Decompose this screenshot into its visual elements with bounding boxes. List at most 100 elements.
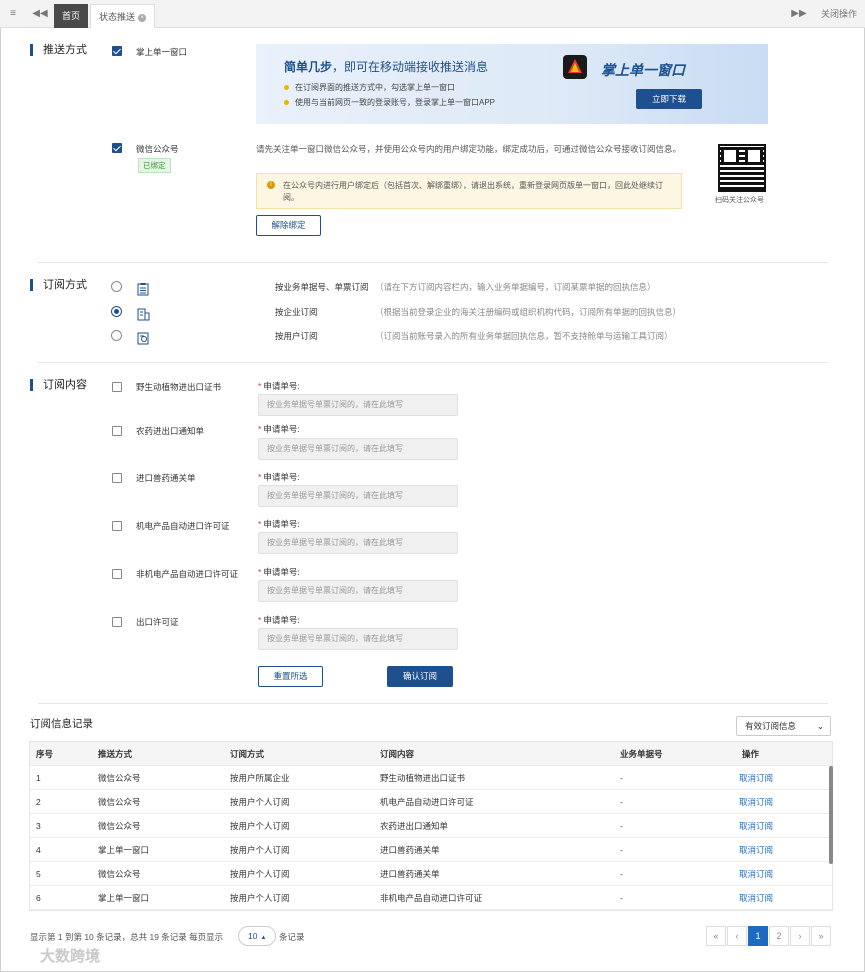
cell-docno: - <box>620 797 623 807</box>
content-checkbox-4[interactable] <box>112 521 122 531</box>
download-button[interactable]: 立即下载 <box>636 89 702 109</box>
tab-home[interactable]: 首页 <box>54 4 89 28</box>
first-page-button[interactable]: « <box>706 926 726 946</box>
option-by-company-label: 按企业订阅 <box>275 307 318 317</box>
app-no-input-6[interactable]: 按业务单据号单票订阅的，请在此填写 <box>258 628 458 650</box>
cell-docno: - <box>620 821 623 831</box>
radio-by-document[interactable] <box>111 281 122 292</box>
field-label: * 申请单号: <box>258 615 300 625</box>
cancel-subscribe-link[interactable]: 取消订阅 <box>739 886 773 910</box>
unbind-button[interactable]: 解除绑定 <box>256 215 321 236</box>
cancel-subscribe-link[interactable]: 取消订阅 <box>739 766 773 790</box>
table-row: 3 微信公众号 按用户个人订阅 农药进出口通知单 - 取消订阅 <box>30 814 832 838</box>
warning-icon: ! <box>267 181 275 189</box>
content-checkbox-5[interactable] <box>112 569 122 579</box>
records-filter-select[interactable]: 有效订阅信息 ⌄ <box>736 716 831 736</box>
table-row: 6 掌上单一窗口 按用户个人订阅 非机电产品自动进口许可证 - 取消订阅 <box>30 886 832 910</box>
option-by-document-label: 按业务单据号、单票订阅 <box>275 282 369 292</box>
cancel-subscribe-link[interactable]: 取消订阅 <box>739 790 773 814</box>
app-no-input-1[interactable]: 按业务单据号单票订阅的，请在此填写 <box>258 394 458 416</box>
next-page-button[interactable]: › <box>790 926 810 946</box>
confirm-subscribe-button[interactable]: 确认订阅 <box>387 666 453 687</box>
app-no-input-5[interactable]: 按业务单据号单票订阅的，请在此填写 <box>258 580 458 602</box>
close-ops-button[interactable]: 关闭操作 <box>814 0 864 28</box>
scroll-left-icon[interactable]: ◀◀ <box>28 0 52 28</box>
page-size-select[interactable]: 10 ▲ <box>238 926 276 946</box>
chevron-down-icon: ⌄ <box>816 721 824 731</box>
building-icon <box>137 308 150 321</box>
cell-method: 按用户个人订阅 <box>230 821 290 831</box>
cell-content: 农药进出口通知单 <box>380 821 449 831</box>
radio-by-company[interactable] <box>111 306 122 317</box>
cell-content: 非机电产品自动进口许可证 <box>380 893 483 903</box>
push-wechat-checkbox[interactable] <box>112 143 122 153</box>
last-page-button[interactable]: » <box>811 926 831 946</box>
option-by-company-desc: （根据当前登录企业的海关注册编码或组织机构代码，订阅所有单据的回执信息） <box>375 307 682 317</box>
app-no-input-4[interactable]: 按业务单据号单票订阅的，请在此填写 <box>258 532 458 554</box>
table-row: 2 微信公众号 按用户个人订阅 机电产品自动进口许可证 - 取消订阅 <box>30 790 832 814</box>
tab-bar: ≡ ◀◀ 首页 状态推送 × ▶▶ 关闭操作 <box>0 0 865 28</box>
caret-up-icon: ▲ <box>260 935 267 941</box>
table-row: 5 微信公众号 按用户个人订阅 进口兽药通关单 - 取消订阅 <box>30 862 832 886</box>
cell-index: 3 <box>36 821 41 831</box>
app-no-input-2[interactable]: 按业务单据号单票订阅的，请在此填写 <box>258 438 458 460</box>
cell-index: 1 <box>36 773 41 783</box>
push-section-title: 推送方式 <box>30 44 87 56</box>
cell-method: 按用户个人订阅 <box>230 797 290 807</box>
reset-button[interactable]: 重置所选 <box>258 666 323 687</box>
cancel-subscribe-link[interactable]: 取消订阅 <box>739 862 773 886</box>
content-item-6: 出口许可证 <box>136 617 179 627</box>
field-label-text: 申请单号: <box>263 519 300 529</box>
banner-title-rest: ，即可在移动端接收推送消息 <box>332 60 489 74</box>
cell-content: 进口兽药通关单 <box>380 845 440 855</box>
cell-index: 6 <box>36 893 41 903</box>
content-item-1: 野生动植物进出口证书 <box>136 382 222 392</box>
content-checkbox-1[interactable] <box>112 382 122 392</box>
cell-docno: - <box>620 893 623 903</box>
divider <box>38 362 828 363</box>
app-banner: 简单几步，即可在移动端接收推送消息 在订阅界面的推送方式中，勾选掌上单一窗口 使… <box>256 44 768 124</box>
cell-docno: - <box>620 845 623 855</box>
watermark: 大数跨境 <box>40 948 101 965</box>
cell-push: 微信公众号 <box>98 773 141 783</box>
cancel-subscribe-link[interactable]: 取消订阅 <box>739 814 773 838</box>
scroll-right-icon[interactable]: ▶▶ <box>788 0 810 28</box>
divider <box>38 262 828 263</box>
close-tab-icon[interactable]: × <box>138 13 147 22</box>
field-label-text: 申请单号: <box>263 472 300 482</box>
content-checkbox-2[interactable] <box>112 426 122 436</box>
cell-index: 2 <box>36 797 41 807</box>
app-no-input-3[interactable]: 按业务单据号单票订阅的，请在此填写 <box>258 485 458 507</box>
cell-push: 掌上单一窗口 <box>98 845 150 855</box>
table-row: 1 微信公众号 按用户所属企业 野生动植物进出口证书 - 取消订阅 <box>30 766 832 790</box>
radio-by-user[interactable] <box>111 330 122 341</box>
push-app-label: 掌上单一窗口 <box>136 47 188 57</box>
cell-push: 掌上单一窗口 <box>98 893 150 903</box>
cell-push: 微信公众号 <box>98 869 141 879</box>
banner-step-2: 使用与当前网页一致的登录账号，登录掌上单一窗口APP <box>284 97 495 108</box>
app-logo-icon <box>563 55 587 79</box>
push-wechat-label: 微信公众号 <box>136 144 179 154</box>
cell-index: 5 <box>36 869 41 879</box>
cell-method: 按用户所属企业 <box>230 773 290 783</box>
prev-page-button[interactable]: ‹ <box>727 926 747 946</box>
qr-code <box>718 144 766 192</box>
col-content: 订阅内容 <box>380 749 415 759</box>
tab-status-push[interactable]: 状态推送 × <box>90 4 156 28</box>
page-2-button[interactable]: 2 <box>769 926 789 946</box>
table-scrollbar[interactable] <box>829 766 833 864</box>
push-app-checkbox[interactable] <box>112 46 122 56</box>
content-checkbox-6[interactable] <box>112 617 122 627</box>
option-by-user-label: 按用户订阅 <box>275 331 318 341</box>
clipboard-icon <box>137 283 149 296</box>
content-item-3: 进口兽药通关单 <box>136 473 196 483</box>
cancel-subscribe-link[interactable]: 取消订阅 <box>739 838 773 862</box>
tab-status-push-label: 状态推送 <box>99 12 136 22</box>
field-label: * 申请单号: <box>258 381 300 391</box>
table-header: 序号 推送方式 订阅方式 订阅内容 业务单据号 操作 <box>30 742 832 766</box>
records-table: 序号 推送方式 订阅方式 订阅内容 业务单据号 操作 1 微信公众号 按用户所属… <box>29 741 833 911</box>
field-label: * 申请单号: <box>258 424 300 434</box>
page-1-button[interactable]: 1 <box>748 926 768 946</box>
menu-icon[interactable]: ≡ <box>0 0 26 28</box>
content-checkbox-3[interactable] <box>112 473 122 483</box>
